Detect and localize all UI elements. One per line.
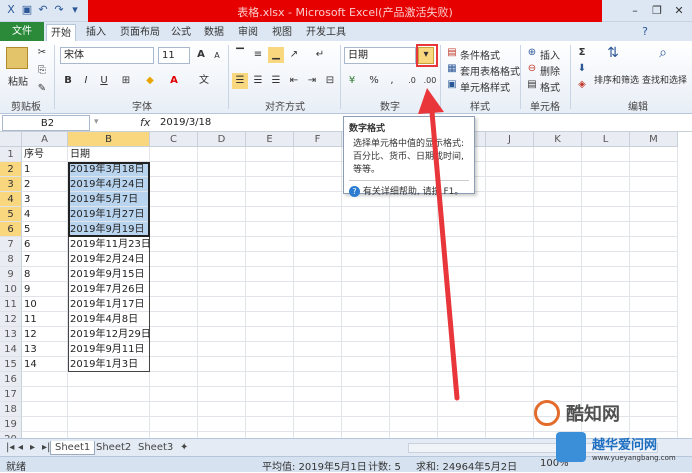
watermark-badge-icon: [556, 432, 586, 462]
watermark-brand: 酷知网: [566, 404, 620, 425]
status-average: 平均值: 2019年5月1日: [262, 462, 367, 473]
status-count: 计数: 5: [368, 462, 401, 473]
sheet-tab-3[interactable]: Sheet3: [134, 441, 177, 455]
watermark: 酷知网 越华爱问网 www.yueyangbang.com: [534, 398, 684, 468]
sheet-tab-2[interactable]: Sheet2: [92, 441, 135, 455]
status-ready: 就绪: [6, 462, 26, 473]
watermark-site-name: 越华爱问网: [592, 438, 658, 453]
status-sum: 求和: 24964年5月2日: [416, 462, 518, 473]
watermark-logo-icon: [534, 400, 560, 426]
watermark-site: www.yueyangbang.com: [592, 454, 676, 462]
new-sheet-icon[interactable]: ✦: [176, 441, 192, 455]
sheet-tab-1[interactable]: Sheet1: [50, 441, 96, 455]
